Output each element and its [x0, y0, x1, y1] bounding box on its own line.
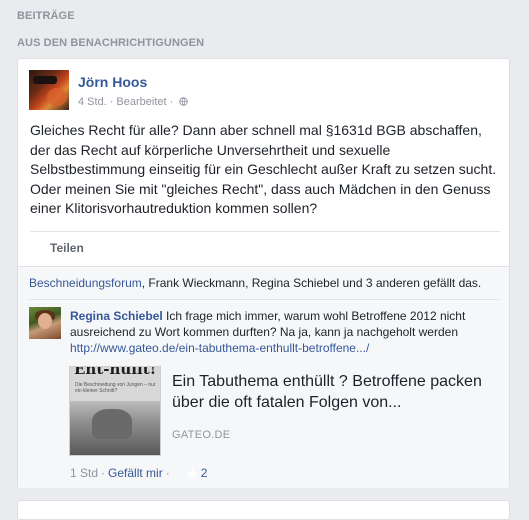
share-button[interactable]: Teilen — [50, 241, 84, 255]
post-card: Jörn Hoos 4 Std. · Bearbeitet · Gleiches Re… — [17, 58, 510, 488]
comment-url-link[interactable]: http://www.gateo.de/ein-tabuthema-enthul… — [70, 341, 369, 355]
comment-author-link[interactable]: Regina Schiebel — [70, 309, 163, 323]
author-avatar[interactable] — [29, 70, 69, 110]
comment-timestamp[interactable]: 1 Std — [70, 466, 98, 480]
comment-like-count[interactable]: 2 — [187, 466, 208, 480]
next-post-card — [17, 500, 510, 520]
thumbnail-title: Ent-hüllt! — [74, 366, 157, 378]
section-title-beitraege: BEITRÄGE — [17, 10, 75, 22]
comment-actions: 1 Std · Gefällt mir · 2 — [70, 466, 208, 480]
comment: Regina Schiebel Ich frage mich immer, wa… — [70, 308, 500, 356]
comment-like-button[interactable]: Gefällt mir — [108, 466, 163, 480]
link-preview-thumbnail[interactable]: Ent-hüllt! Die Beschneidung von Jungen –… — [69, 366, 161, 456]
post-edited-label[interactable]: Bearbeitet — [116, 96, 166, 108]
page-link-beschneidungsforum[interactable]: Beschneidungsforum — [29, 276, 142, 290]
commenter-avatar[interactable] — [29, 307, 61, 339]
post-meta: 4 Std. · Bearbeitet · — [78, 96, 188, 108]
author-name-link[interactable]: Jörn Hoos — [78, 74, 147, 90]
link-preview-title[interactable]: Ein Tabuthema enthüllt ? Betroffene pack… — [172, 371, 502, 413]
post-action-bar: Teilen — [30, 231, 500, 268]
section-title-benachrichtigungen: AUS DEN BENACHRICHTIGUNGEN — [17, 37, 205, 49]
link-preview-domain: GATEO.DE — [172, 429, 231, 441]
thumbs-up-icon — [187, 469, 197, 477]
thumbnail-subtitle: Die Beschneidung von Jungen – nur ein kl… — [75, 382, 156, 394]
like-count-value: 2 — [200, 466, 208, 480]
feedback-section: Beschneidungsforum, Frank Wieckmann, Reg… — [18, 266, 509, 488]
post-timestamp[interactable]: 4 Std. — [78, 96, 107, 108]
likes-summary-text[interactable]: , Frank Wieckmann, Regina Schiebel und 3… — [142, 276, 482, 290]
post-text: Gleiches Recht für alle? Dann aber schne… — [30, 122, 497, 216]
link-preview[interactable]: Ent-hüllt! Die Beschneidung von Jungen –… — [69, 366, 499, 458]
likes-summary: Beschneidungsforum, Frank Wieckmann, Reg… — [29, 276, 499, 300]
globe-icon[interactable] — [179, 97, 188, 106]
